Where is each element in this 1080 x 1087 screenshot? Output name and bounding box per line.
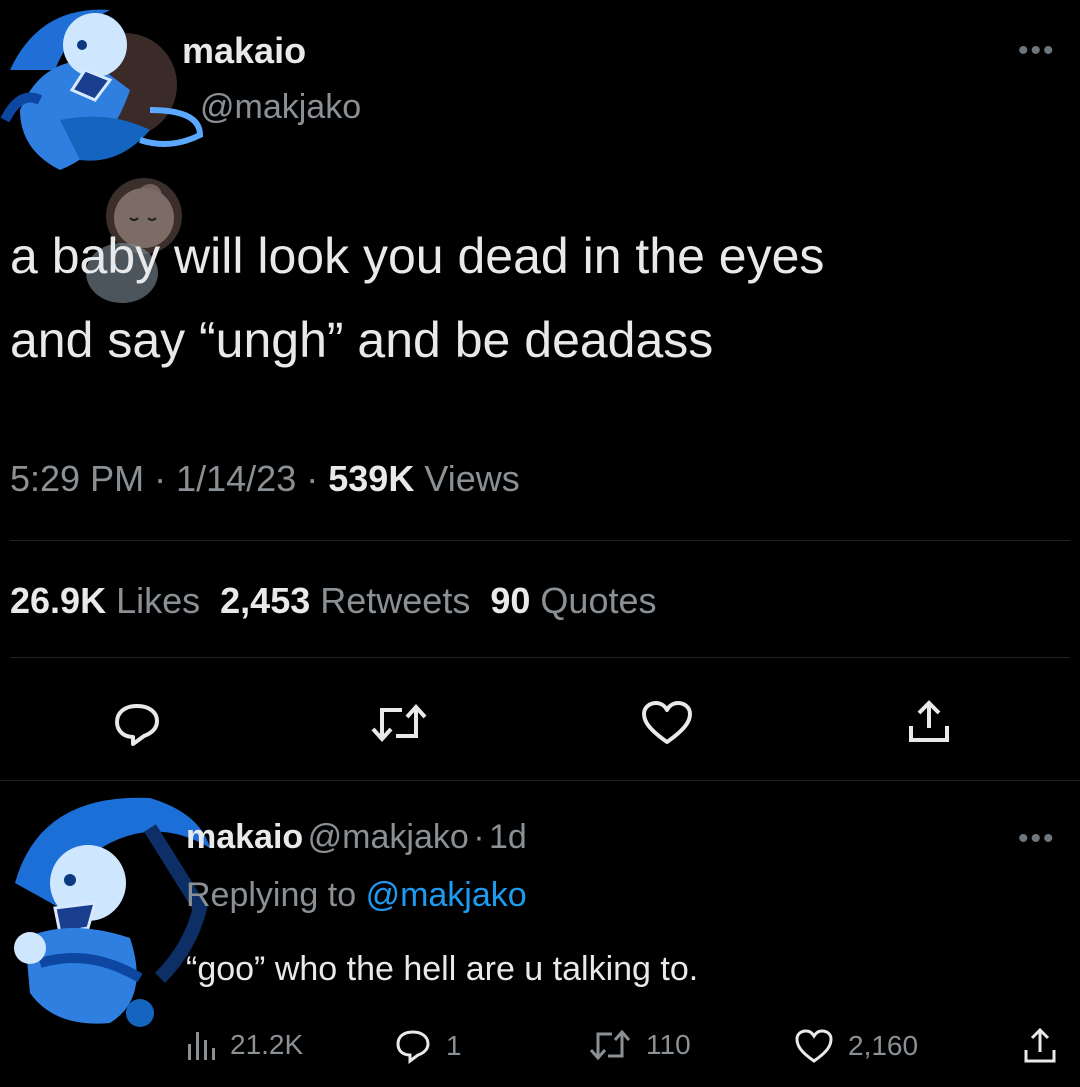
- views-count: 539K: [328, 458, 415, 499]
- like-icon[interactable]: [640, 700, 694, 746]
- divider: [10, 657, 1070, 658]
- retweet-icon[interactable]: [368, 702, 430, 744]
- divider: [0, 780, 1080, 781]
- tweet-text: a baby will look you dead in the eyes an…: [10, 214, 1070, 382]
- like-icon: [795, 1029, 833, 1063]
- tweet-stats: 26.9K Likes 2,453 Retweets 90 Quotes: [10, 580, 657, 622]
- retweet-icon: [589, 1029, 631, 1061]
- separator: ·: [154, 458, 167, 499]
- likes-count: 26.9K: [10, 580, 107, 621]
- tweet-text-line-1: a baby will look you dead in the eyes: [10, 228, 825, 284]
- reply-icon: [396, 1030, 430, 1064]
- likes-count: 2,160: [848, 1030, 919, 1061]
- separator: ·: [473, 818, 485, 856]
- likes-label: Likes: [116, 580, 201, 621]
- retweets-label: Retweets: [320, 580, 471, 621]
- retweets-count: 2,453: [220, 580, 311, 621]
- replying-to: Replying to @makjako: [186, 876, 527, 915]
- reply-text: “goo” who the hell are u talking to.: [186, 950, 699, 988]
- views-icon: [188, 1032, 215, 1060]
- share-icon[interactable]: [904, 698, 954, 746]
- views-action[interactable]: 21.2K: [186, 1028, 303, 1062]
- reply-handle[interactable]: @makjako: [308, 818, 469, 856]
- retweets-count: 110: [646, 1029, 691, 1060]
- replying-prefix: Replying to: [186, 876, 357, 914]
- avatar[interactable]: [0, 0, 220, 185]
- likes-stat[interactable]: 26.9K Likes: [10, 580, 200, 621]
- reply-icon[interactable]: [112, 700, 162, 748]
- like-action[interactable]: 2,160: [794, 1028, 918, 1064]
- quotes-stat[interactable]: 90 Quotes: [490, 580, 656, 621]
- display-name[interactable]: makaio: [182, 30, 306, 72]
- separator: ·: [306, 458, 319, 499]
- more-horizontal-icon[interactable]: •••: [1018, 34, 1056, 68]
- replying-handle-link[interactable]: @makjako: [366, 876, 527, 914]
- user-handle[interactable]: @makjako: [200, 88, 361, 127]
- tweet-date[interactable]: 1/14/23: [176, 458, 296, 499]
- tweet-meta: 5:29 PM · 1/14/23 · 539K Views: [10, 458, 520, 500]
- replies-count: 1: [446, 1030, 462, 1061]
- views-count: 21.2K: [230, 1029, 304, 1060]
- reply-header: makaio @makjako · 1d: [186, 818, 527, 857]
- retweet-action[interactable]: 110: [588, 1028, 691, 1062]
- retweets-stat[interactable]: 2,453 Retweets: [220, 580, 470, 621]
- reply-action[interactable]: 1: [394, 1028, 462, 1064]
- reply-share-icon[interactable]: [1020, 1026, 1060, 1066]
- quotes-label: Quotes: [540, 580, 657, 621]
- quotes-count: 90: [490, 580, 531, 621]
- reply-age[interactable]: 1d: [489, 818, 527, 856]
- divider: [10, 540, 1070, 541]
- tweet-time[interactable]: 5:29 PM: [10, 458, 144, 499]
- views-label: Views: [424, 458, 520, 499]
- reply-display-name[interactable]: makaio: [186, 818, 303, 856]
- tweet-text-line-2: and say “ungh” and be deadass: [10, 312, 714, 368]
- reply-more-icon[interactable]: •••: [1018, 822, 1056, 856]
